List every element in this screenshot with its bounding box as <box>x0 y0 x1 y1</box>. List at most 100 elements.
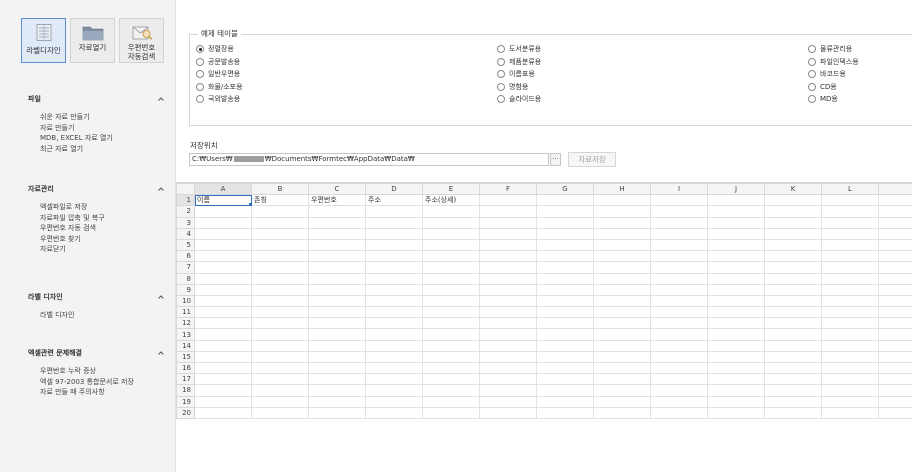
grid-cell[interactable] <box>707 317 765 330</box>
grid-cell[interactable] <box>707 194 765 207</box>
column-header[interactable]: D <box>365 183 423 196</box>
grid-cell[interactable] <box>821 194 879 207</box>
column-header[interactable] <box>878 183 912 196</box>
grid-cell[interactable] <box>878 261 912 274</box>
radio-unchecked-icon[interactable] <box>497 57 505 66</box>
grid-cell[interactable] <box>308 205 366 218</box>
postal-search-button[interactable]: 우편번호 자동검색 <box>119 18 164 63</box>
grid-cell[interactable] <box>878 227 912 240</box>
grid-cell[interactable] <box>821 272 879 285</box>
sidebar-section-header[interactable]: 라벨 디자인 <box>0 291 176 303</box>
grid-cell[interactable] <box>194 227 252 240</box>
row-header[interactable]: 11 <box>176 306 195 319</box>
grid-cell[interactable] <box>707 373 765 386</box>
grid-cell[interactable] <box>536 250 594 263</box>
radio-unchecked-icon[interactable] <box>196 82 204 91</box>
grid-cell[interactable] <box>365 395 423 408</box>
grid-cell[interactable] <box>764 373 822 386</box>
grid-cell[interactable] <box>365 261 423 274</box>
grid-cell[interactable] <box>650 306 708 319</box>
grid-cell[interactable] <box>479 283 537 296</box>
grid-cell[interactable] <box>593 250 651 263</box>
grid-cell[interactable] <box>194 406 252 419</box>
column-header[interactable]: K <box>764 183 822 196</box>
grid-cell[interactable] <box>593 216 651 229</box>
example-radio-option[interactable]: 공문발송용 <box>196 56 243 69</box>
grid-cell[interactable] <box>707 328 765 341</box>
grid-cell[interactable] <box>878 306 912 319</box>
example-radio-option[interactable]: 물류관리용 <box>808 43 859 56</box>
grid-cell[interactable] <box>536 272 594 285</box>
grid-cell[interactable] <box>422 395 480 408</box>
grid-cell[interactable] <box>422 283 480 296</box>
row-header[interactable]: 16 <box>176 361 195 375</box>
grid-cell[interactable] <box>536 395 594 408</box>
grid-cell[interactable] <box>878 238 912 252</box>
grid-cell[interactable] <box>764 283 822 296</box>
grid-cell[interactable] <box>536 328 594 341</box>
grid-cell[interactable] <box>422 205 480 218</box>
grid-cell[interactable] <box>821 317 879 330</box>
grid-cell[interactable] <box>536 373 594 386</box>
grid-cell[interactable] <box>422 384 480 397</box>
radio-checked-icon[interactable] <box>196 45 204 54</box>
example-radio-option[interactable]: 화물/소포용 <box>196 81 243 94</box>
grid-cell[interactable] <box>821 261 879 274</box>
grid-cell[interactable] <box>650 294 708 308</box>
grid-cell[interactable] <box>194 306 252 319</box>
row-header[interactable]: 13 <box>176 328 195 341</box>
radio-unchecked-icon[interactable] <box>196 70 204 79</box>
grid-cell[interactable] <box>821 361 879 375</box>
grid-cell[interactable] <box>821 350 879 364</box>
radio-unchecked-icon[interactable] <box>497 95 505 104</box>
grid-cell[interactable] <box>365 373 423 386</box>
grid-cell[interactable] <box>764 216 822 229</box>
grid-cell[interactable] <box>878 194 912 207</box>
grid-cell[interactable] <box>593 294 651 308</box>
sidebar-section-header[interactable]: 엑셀관련 문제해결 <box>0 347 176 359</box>
row-header[interactable]: 14 <box>176 339 195 352</box>
grid-cell[interactable] <box>593 317 651 330</box>
grid-cell[interactable] <box>536 227 594 240</box>
grid-cell[interactable] <box>650 272 708 285</box>
grid-cell[interactable] <box>878 350 912 364</box>
grid-cell[interactable] <box>251 395 309 408</box>
grid-cell[interactable] <box>479 250 537 263</box>
grid-cell[interactable] <box>194 261 252 274</box>
chevron-up-icon[interactable] <box>157 349 165 357</box>
grid-cell[interactable] <box>650 395 708 408</box>
grid-cell[interactable] <box>479 339 537 352</box>
grid-cell[interactable] <box>479 373 537 386</box>
radio-unchecked-icon[interactable] <box>497 45 505 54</box>
grid-cell[interactable] <box>821 238 879 252</box>
grid-cell[interactable] <box>536 294 594 308</box>
grid-cell[interactable] <box>764 238 822 252</box>
column-header[interactable]: F <box>479 183 537 196</box>
grid-cell[interactable] <box>194 205 252 218</box>
grid-cell[interactable] <box>650 194 708 207</box>
grid-cell[interactable] <box>308 384 366 397</box>
grid-cell[interactable]: 우편번호 <box>308 194 366 207</box>
grid-cell[interactable] <box>536 361 594 375</box>
grid-cell[interactable] <box>479 294 537 308</box>
grid-cell[interactable] <box>194 328 252 341</box>
row-header[interactable]: 9 <box>176 283 195 296</box>
grid-cell[interactable] <box>479 272 537 285</box>
column-header[interactable]: G <box>536 183 594 196</box>
grid-cell[interactable] <box>365 238 423 252</box>
grid-cell[interactable] <box>707 350 765 364</box>
grid-cell[interactable] <box>251 227 309 240</box>
grid-cell[interactable] <box>707 306 765 319</box>
grid-cell[interactable] <box>308 216 366 229</box>
sidebar-item[interactable]: 우편번호 누락 증상 <box>0 366 176 377</box>
grid-cell[interactable] <box>650 406 708 419</box>
grid-cell[interactable] <box>650 205 708 218</box>
grid-cell[interactable] <box>308 406 366 419</box>
grid-cell[interactable] <box>308 350 366 364</box>
grid-cell[interactable] <box>365 283 423 296</box>
grid-cell[interactable] <box>365 339 423 352</box>
grid-cell[interactable] <box>308 328 366 341</box>
grid-cell[interactable] <box>251 406 309 419</box>
grid-cell[interactable] <box>308 317 366 330</box>
grid-cell[interactable] <box>707 227 765 240</box>
